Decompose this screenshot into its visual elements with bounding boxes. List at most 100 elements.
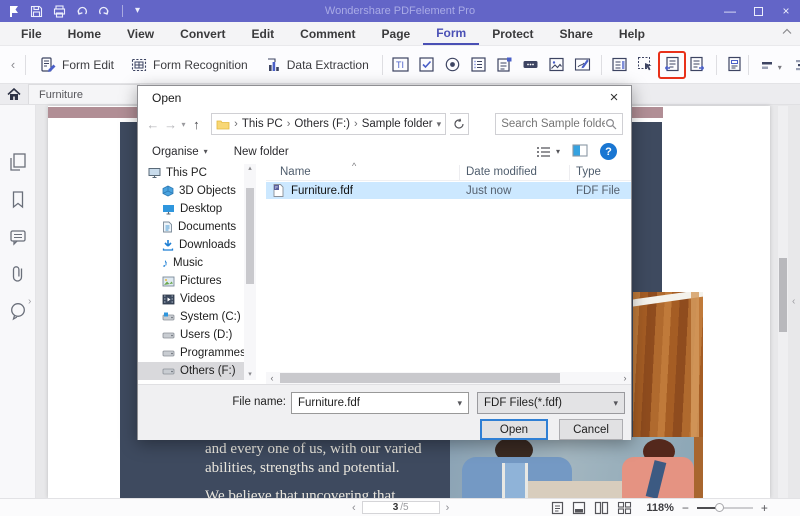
tree-item-users-d[interactable]: Users (D:) bbox=[138, 326, 244, 344]
digital-signature-button[interactable] bbox=[570, 52, 596, 78]
form-edit-button[interactable]: Form Edit bbox=[31, 56, 122, 74]
menu-page[interactable]: Page bbox=[369, 22, 424, 45]
attachments-icon[interactable] bbox=[9, 263, 27, 285]
tree-item-others-f[interactable]: Others (F:) bbox=[138, 362, 244, 380]
home-tab-button[interactable] bbox=[0, 84, 28, 104]
text-field-button[interactable]: TI bbox=[388, 52, 414, 78]
preview-pane-button[interactable] bbox=[572, 143, 588, 160]
list-scrollbar-thumb[interactable] bbox=[280, 373, 560, 383]
tree-item-documents[interactable]: Documents bbox=[138, 218, 244, 236]
open-button[interactable]: Open bbox=[480, 419, 548, 440]
help-button[interactable]: ? bbox=[600, 143, 617, 160]
image-field-button[interactable] bbox=[544, 52, 570, 78]
tree-scroll-up-icon[interactable]: ▴ bbox=[248, 164, 252, 174]
refresh-button[interactable] bbox=[450, 113, 470, 135]
right-panel-expander[interactable]: ‹ bbox=[792, 296, 795, 307]
continuous-view-icon[interactable] bbox=[572, 501, 586, 515]
tree-item-pictures[interactable]: Pictures bbox=[138, 272, 244, 290]
save-icon[interactable] bbox=[30, 5, 43, 18]
redo-icon[interactable] bbox=[98, 5, 110, 17]
collapse-ribbon-icon[interactable] bbox=[782, 28, 792, 35]
import-form-data-button[interactable] bbox=[657, 50, 686, 79]
file-row-furniture[interactable]: F Furniture.fdf Just now FDF File bbox=[266, 182, 631, 199]
maximize-button[interactable] bbox=[744, 0, 772, 22]
tree-item-desktop[interactable]: Desktop bbox=[138, 200, 244, 218]
select-fields-button[interactable] bbox=[633, 52, 659, 78]
menu-protect[interactable]: Protect bbox=[479, 22, 546, 45]
quad-page-view-icon[interactable] bbox=[617, 501, 632, 515]
column-header-name[interactable]: Name bbox=[280, 166, 311, 178]
tree-scrollbar[interactable]: ▴ ▾ bbox=[244, 164, 256, 380]
breadcrumb-folder[interactable]: Sample folder bbox=[362, 118, 433, 130]
form-properties-button[interactable] bbox=[607, 52, 633, 78]
tree-item-this-pc[interactable]: This PC bbox=[138, 164, 244, 182]
checkbox-field-button[interactable] bbox=[414, 52, 440, 78]
data-extraction-button[interactable]: Data Extraction bbox=[256, 56, 377, 74]
zoom-slider-handle[interactable] bbox=[714, 502, 724, 512]
tree-item-programmes-e[interactable]: Programmes (E:) bbox=[138, 344, 244, 362]
clear-form-button[interactable] bbox=[722, 52, 748, 78]
file-name-combobox[interactable]: Furniture.fdf ▾ bbox=[291, 392, 469, 414]
nav-forward-button[interactable]: → bbox=[164, 117, 178, 132]
menu-home[interactable]: Home bbox=[55, 22, 114, 45]
form-recognition-button[interactable]: Form Recognition bbox=[122, 56, 256, 74]
search-box[interactable] bbox=[495, 113, 623, 135]
document-scrollbar[interactable] bbox=[778, 106, 788, 498]
align-fields-button[interactable]: ▾ bbox=[754, 58, 788, 72]
prev-page-button[interactable]: ‹ bbox=[346, 502, 362, 514]
scroll-right-icon[interactable]: › bbox=[619, 373, 631, 383]
comments-icon[interactable] bbox=[8, 301, 28, 321]
tree-scrollbar-thumb[interactable] bbox=[246, 188, 254, 284]
breadcrumb-this-pc[interactable]: This PC bbox=[242, 118, 283, 130]
menu-convert[interactable]: Convert bbox=[167, 22, 238, 45]
menu-help[interactable]: Help bbox=[606, 22, 658, 45]
nav-back-button[interactable]: ← bbox=[146, 117, 160, 132]
zoom-slider[interactable] bbox=[696, 502, 753, 513]
column-header-type[interactable]: Type bbox=[576, 166, 601, 178]
menu-form[interactable]: Form bbox=[423, 22, 480, 45]
tree-item-system-c[interactable]: System (C:) bbox=[138, 308, 244, 326]
tree-item-downloads[interactable]: Downloads bbox=[138, 236, 244, 254]
bookmarks-icon[interactable] bbox=[9, 189, 27, 211]
address-dropdown-icon[interactable]: ▾ bbox=[437, 119, 442, 130]
address-bar[interactable]: › This PC › Others (F:) › Sample folder … bbox=[211, 113, 447, 135]
view-options-button[interactable]: ▾ bbox=[536, 146, 560, 158]
dialog-close-button[interactable]: × bbox=[603, 88, 625, 107]
search-input[interactable] bbox=[501, 118, 605, 130]
tree-scroll-down-icon[interactable]: ▾ bbox=[248, 370, 252, 380]
column-header-date[interactable]: Date modified bbox=[466, 166, 537, 178]
menu-view[interactable]: View bbox=[114, 22, 167, 45]
dialog-title-bar[interactable]: Open × bbox=[138, 86, 631, 110]
tree-item-music[interactable]: ♪ Music bbox=[138, 254, 244, 272]
single-page-view-icon[interactable] bbox=[551, 501, 564, 515]
next-page-button[interactable]: › bbox=[440, 502, 456, 514]
push-button-field-button[interactable] bbox=[518, 52, 544, 78]
page-thumbnails-icon[interactable] bbox=[8, 151, 28, 173]
radio-field-button[interactable] bbox=[440, 52, 466, 78]
tab-furniture[interactable]: Furniture bbox=[28, 84, 140, 104]
print-icon[interactable] bbox=[53, 4, 66, 18]
two-page-view-icon[interactable] bbox=[594, 501, 609, 515]
close-button[interactable]: × bbox=[772, 0, 800, 22]
zoom-out-button[interactable]: − bbox=[682, 501, 689, 515]
quick-access-caret-icon[interactable]: ▾ bbox=[135, 6, 140, 16]
annotations-icon[interactable] bbox=[8, 227, 28, 247]
export-form-data-button[interactable] bbox=[685, 52, 711, 78]
menu-share[interactable]: Share bbox=[547, 22, 606, 45]
menu-file[interactable]: File bbox=[8, 22, 55, 45]
list-horizontal-scrollbar[interactable]: ‹ › bbox=[266, 372, 631, 384]
new-folder-button[interactable]: New folder bbox=[234, 146, 289, 158]
distribute-fields-button[interactable]: ▾ bbox=[788, 58, 800, 72]
nav-history-caret-icon[interactable]: ▾ bbox=[181, 120, 185, 129]
undo-icon[interactable] bbox=[76, 5, 88, 17]
toolbar-scroll-left-icon[interactable]: ‹ bbox=[6, 57, 20, 72]
zoom-in-button[interactable]: + bbox=[761, 501, 768, 515]
combo-box-field-button[interactable] bbox=[492, 52, 518, 78]
breadcrumb-drive[interactable]: Others (F:) bbox=[294, 118, 350, 130]
document-scrollbar-thumb[interactable] bbox=[779, 258, 787, 332]
menu-edit[interactable]: Edit bbox=[239, 22, 288, 45]
menu-comment[interactable]: Comment bbox=[287, 22, 368, 45]
left-panel-expander[interactable]: › bbox=[28, 296, 31, 307]
tree-item-videos[interactable]: Videos bbox=[138, 290, 244, 308]
file-type-select[interactable]: FDF Files(*.fdf) ▾ bbox=[477, 392, 625, 414]
